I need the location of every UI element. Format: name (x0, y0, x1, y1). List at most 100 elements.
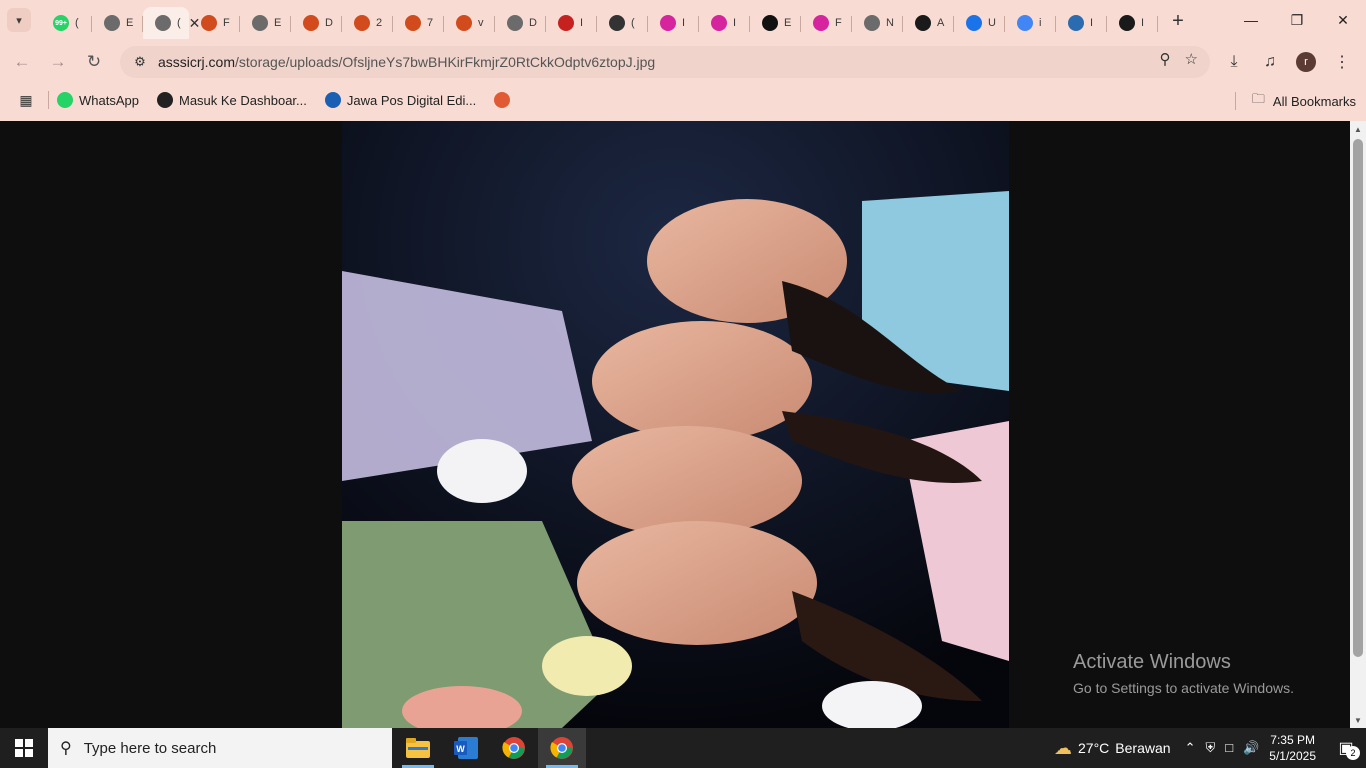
tab-1[interactable]: E (92, 7, 143, 39)
clock[interactable]: 7:35 PM 5/1/2025 (1269, 732, 1316, 764)
activate-windows-watermark: Activate Windows Go to Settings to activ… (1073, 651, 1294, 696)
tab-title: I (682, 17, 686, 29)
tab-10[interactable]: I (546, 7, 597, 39)
tab-16[interactable]: N (852, 7, 903, 39)
profile-button[interactable]: r (1290, 46, 1322, 78)
address-bar[interactable]: ⚙ asssicrj.com/storage/uploads/OfsljneYs… (120, 46, 1210, 78)
tab-2[interactable]: (✕ (143, 7, 200, 39)
taskbar-file-explorer[interactable] (394, 728, 442, 768)
chevron-up-icon[interactable]: ⌃ (1185, 740, 1196, 756)
tab-6[interactable]: 2 (342, 7, 393, 39)
tab-19[interactable]: i (1005, 7, 1056, 39)
reload-button[interactable]: ↻ (76, 44, 112, 80)
start-button[interactable] (0, 728, 48, 768)
tab-5[interactable]: D (291, 7, 342, 39)
displayed-photo[interactable] (342, 121, 1009, 728)
tab-0[interactable]: 99+ ( (41, 7, 92, 39)
chrome-icon (502, 737, 525, 759)
tab-4[interactable]: E (240, 7, 291, 39)
flame-icon (405, 15, 421, 31)
meta-icon (915, 15, 931, 31)
watermark-subtitle: Go to Settings to activate Windows. (1073, 680, 1294, 696)
media-controls-button[interactable]: ♫ (1254, 46, 1286, 78)
site-info-button[interactable]: ⚙ (124, 50, 156, 74)
taskbar-chrome[interactable] (490, 728, 538, 768)
tray-icons: ⌃ ⛨ □ 🔊 (1185, 740, 1260, 756)
tab-17[interactable]: A (903, 7, 954, 39)
weather-widget[interactable]: ☁ 27°C Berawan (1054, 738, 1171, 759)
word-icon: W (454, 737, 478, 759)
tab-20[interactable]: I (1056, 7, 1107, 39)
new-tab-button[interactable]: + (1164, 7, 1192, 35)
network-icon[interactable]: □ (1225, 740, 1233, 756)
tab-title: i (1039, 17, 1042, 29)
jds-icon (494, 92, 511, 108)
docs-icon (966, 15, 982, 31)
close-window-button[interactable]: ✕ (1320, 0, 1366, 40)
tab-21[interactable]: I (1107, 7, 1158, 39)
tab-3[interactable]: F (189, 7, 240, 39)
tab-15[interactable]: F (801, 7, 852, 39)
tab-18[interactable]: U (954, 7, 1005, 39)
taskbar-search[interactable]: ⚲ Type here to search (48, 728, 392, 768)
instagram-icon (660, 15, 676, 31)
bookmark-item[interactable]: WhatsApp (57, 92, 139, 108)
whatsapp-icon: 99+ (53, 15, 69, 31)
tab-title: I (580, 17, 584, 29)
apps-button[interactable]: ▦ (12, 86, 40, 114)
tab-7[interactable]: 7 (393, 7, 444, 39)
divider (1235, 92, 1236, 110)
tab-list: 99+ (E (✕ F E D 2 7 v D I (I I E F N A Ui I I (41, 0, 1158, 40)
tab-title: D (529, 17, 537, 29)
restore-button[interactable]: ❐ (1274, 0, 1320, 40)
url-text[interactable]: asssicrj.com/storage/uploads/OfsljneYs7b… (158, 54, 655, 70)
notification-count: 2 (1346, 746, 1360, 760)
zoom-icon[interactable]: ⚲ (1160, 50, 1171, 68)
bookmark-item[interactable]: Masuk Ke Dashboar... (156, 92, 307, 108)
security-icon[interactable]: ⛨ (1205, 740, 1215, 756)
tab-13[interactable]: I (699, 7, 750, 39)
bookmark-item[interactable] (494, 92, 511, 108)
reload-icon: ↻ (86, 52, 102, 71)
watermark-title: Activate Windows (1073, 651, 1231, 673)
volume-icon[interactable]: 🔊 (1243, 740, 1259, 756)
taskbar-chrome-active[interactable] (538, 728, 586, 768)
tab-12[interactable]: I (648, 7, 699, 39)
downloads-button[interactable]: ⤓ (1218, 46, 1250, 78)
bookmark-star-icon[interactable]: ☆ (1185, 50, 1198, 68)
tab-search-button[interactable]: ▾ (7, 8, 31, 32)
bookmark-item[interactable]: Jawa Pos Digital Edi... (324, 92, 477, 108)
tab-11[interactable]: ( (597, 7, 648, 39)
media-icon: ♫ (1264, 53, 1276, 70)
tab-title: ( (75, 17, 79, 29)
tab-8[interactable]: v (444, 7, 495, 39)
scroll-up-arrow[interactable]: ▲ (1350, 121, 1366, 137)
omnibox-actions: ⚲ ☆ (1160, 50, 1198, 68)
tab-9[interactable]: D (495, 7, 546, 39)
tab-title: D (325, 17, 333, 29)
vertical-scrollbar[interactable]: ▲ ▼ (1350, 121, 1366, 728)
notification-center-button[interactable]: ▣ 2 (1332, 734, 1360, 762)
system-tray: ☁ 27°C Berawan ⌃ ⛨ □ 🔊 7:35 PM 5/1/2025 … (1054, 728, 1366, 768)
taskbar-word[interactable]: W (442, 728, 490, 768)
tune-icon: ⚙ (134, 54, 146, 69)
chrome-icon (550, 737, 573, 759)
tab-14[interactable]: E (750, 7, 801, 39)
url-path: /storage/uploads/OfsljneYs7bwBHKirFkmjrZ… (235, 54, 656, 70)
scroll-down-arrow[interactable]: ▼ (1350, 712, 1366, 728)
tab-title: 7 (427, 17, 434, 29)
arrow-right-icon: → (49, 52, 67, 71)
folder-icon (406, 738, 430, 758)
forward-button[interactable]: → (40, 44, 76, 80)
cloud-moon-icon: ☁ (1054, 737, 1073, 758)
flame-icon (354, 15, 370, 31)
bookmark-label: Jawa Pos Digital Edi... (346, 92, 477, 108)
all-bookmarks-button[interactable]: 🗀 All Bookmarks (1252, 90, 1356, 112)
tab-title: E (274, 17, 282, 29)
menu-button[interactable]: ⋮ (1326, 46, 1358, 78)
taskbar: ⚲ Type here to search W ☁ 27°C Berawan ⌃… (0, 728, 1366, 768)
restore-icon: ❐ (1290, 11, 1304, 28)
back-button[interactable]: ← (4, 44, 40, 80)
minimize-button[interactable]: — (1228, 0, 1274, 40)
scroll-thumb[interactable] (1353, 139, 1363, 657)
